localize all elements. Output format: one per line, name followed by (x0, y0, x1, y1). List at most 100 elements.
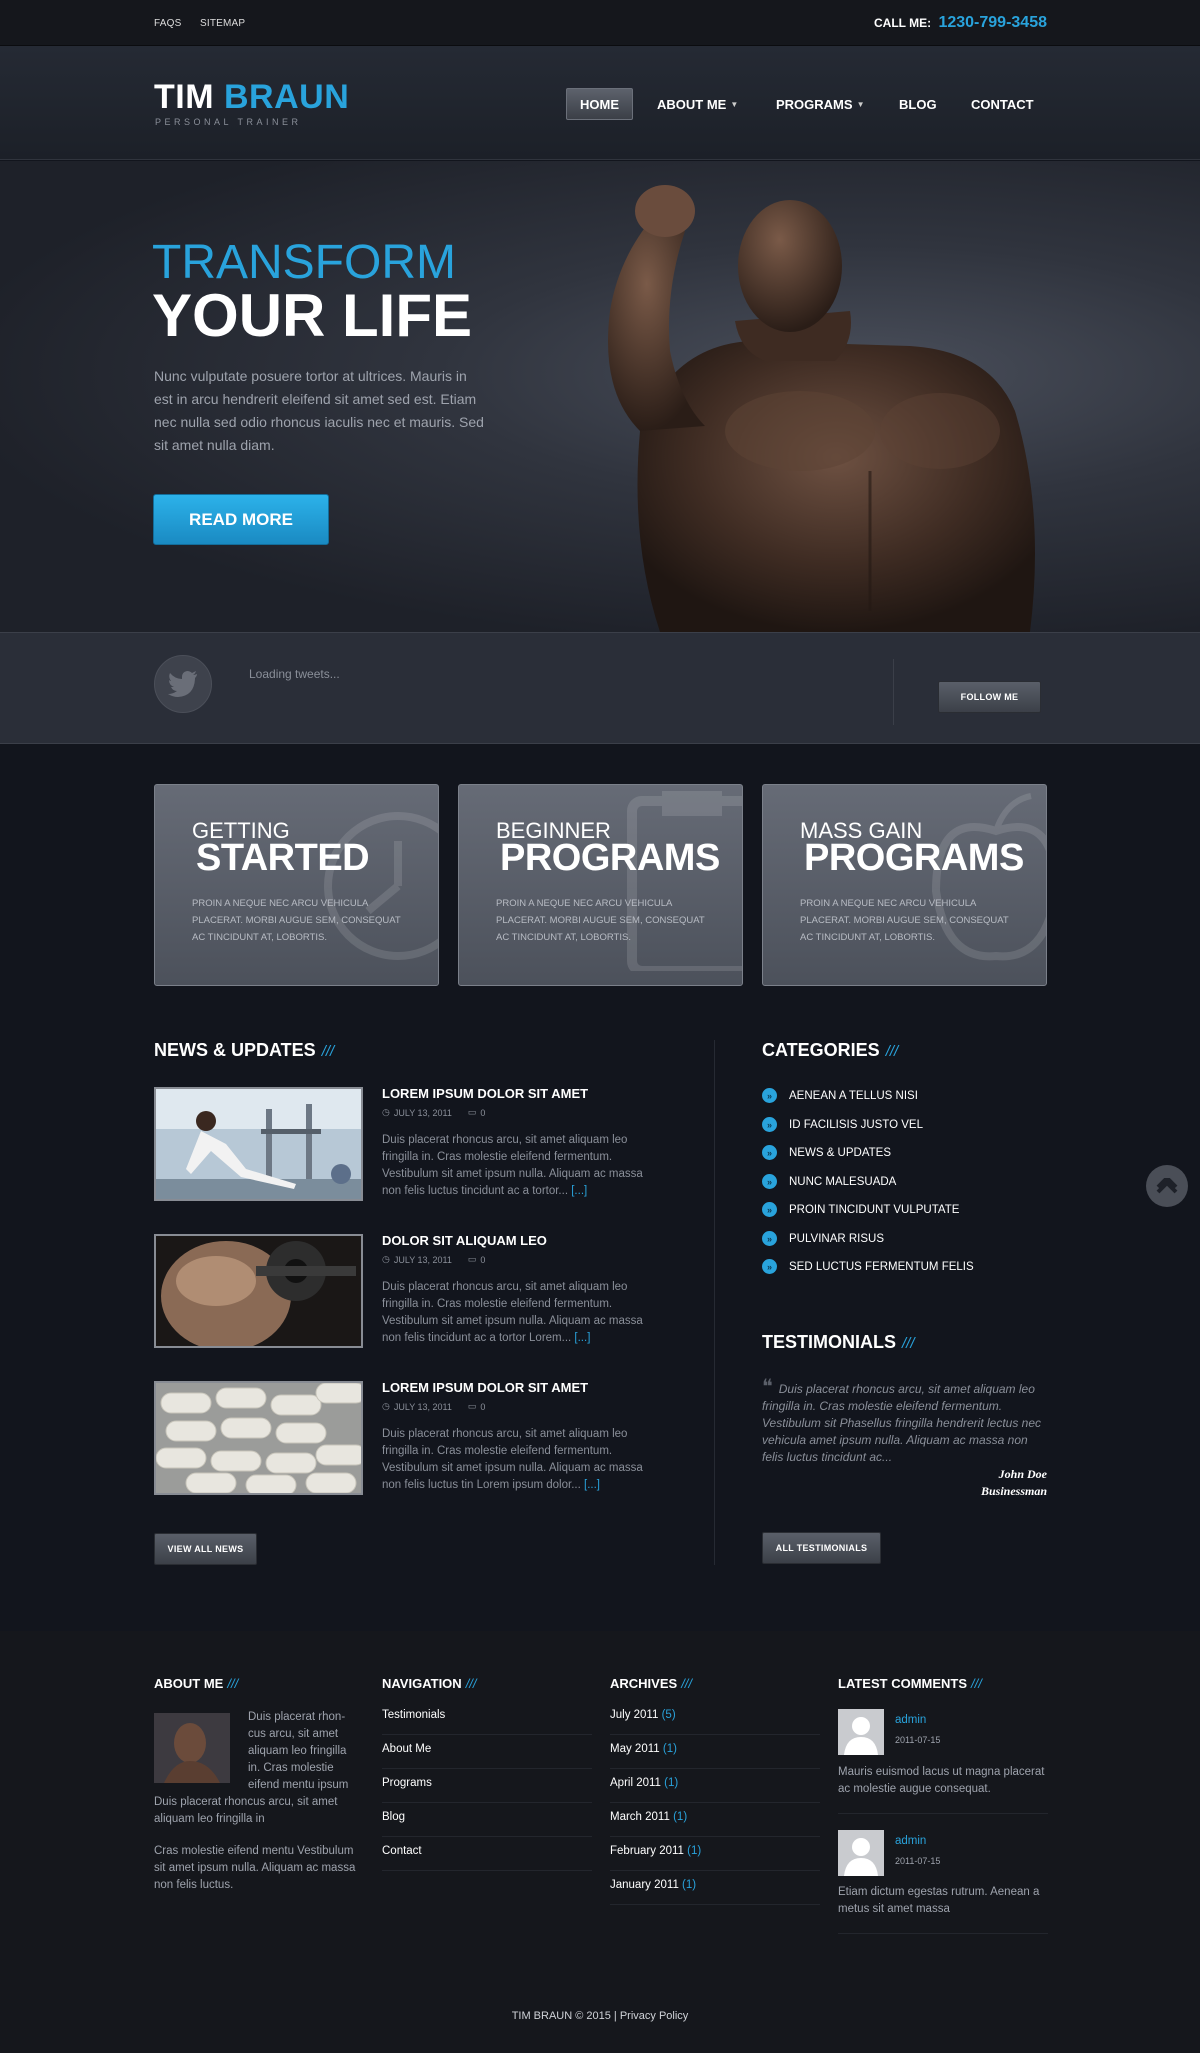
news-thumbnail[interactable] (154, 1087, 363, 1201)
faqs-link[interactable]: FAQS (154, 18, 181, 29)
nav-home-label: HOME (580, 96, 619, 112)
feature-beginner-programs[interactable]: BEGINNER PROGRAMS PROIN A NEQUE NEC ARCU… (458, 784, 743, 986)
news-excerpt: Duis placerat rhoncus arcu, sit amet ali… (382, 1132, 665, 1200)
follow-me-button[interactable]: FOLLOW ME (938, 681, 1041, 713)
twitter-bird-icon[interactable] (154, 655, 212, 713)
news-item-title[interactable]: LOREM IPSUM DOLOR SIT AMET (382, 1380, 588, 1395)
category-item[interactable]: » NEWS & UPDATES (762, 1145, 891, 1160)
comment-author[interactable]: admin (895, 1714, 926, 1726)
feature-getting-started[interactable]: GETTING STARTED PROIN A NEQUE NEC ARCU V… (154, 784, 439, 986)
sitemap-link[interactable]: SITEMAP (200, 18, 245, 29)
footer-about-title: ABOUT ME/// (154, 1676, 238, 1691)
double-chevron-right-icon: » (762, 1202, 777, 1217)
logo[interactable]: TIM BRAUN (154, 78, 349, 117)
about-text-2: Cras molestie eifend mentu Vestibulum si… (154, 1845, 356, 1891)
phone-number[interactable]: 1230-799-3458 (938, 14, 1047, 31)
footer-about-title-text: ABOUT ME (154, 1676, 224, 1691)
read-more-link[interactable]: [...] (584, 1479, 600, 1491)
quote-icon: ❝ (762, 1376, 773, 1398)
category-item[interactable]: » SED LUCTUS FERMENTUM FELIS (762, 1259, 974, 1274)
category-item[interactable]: » PROIN TINCIDUNT VULPUTATE (762, 1202, 959, 1217)
news-item-title[interactable]: LOREM IPSUM DOLOR SIT AMET (382, 1086, 588, 1101)
read-more-link[interactable]: [...] (574, 1332, 590, 1344)
testimonial-quote: ❝ Duis placerat rhoncus arcu, sit amet al… (762, 1376, 1048, 1466)
double-chevron-right-icon: » (762, 1088, 777, 1103)
all-testimonials-button[interactable]: ALL TESTIMONIALS (762, 1532, 881, 1564)
nav-about-label: ABOUT ME (657, 96, 727, 112)
footer-navigation-title: NAVIGATION/// (382, 1676, 477, 1691)
double-chevron-right-icon: » (762, 1174, 777, 1189)
footer-nav-blog[interactable]: Blog (382, 1803, 592, 1837)
news-thumbnail[interactable] (154, 1381, 363, 1495)
read-more-button[interactable]: READ MORE (153, 494, 329, 545)
divider (893, 659, 894, 725)
divider (838, 1813, 1048, 1814)
category-label: ID FACILISIS JUSTO VEL (789, 1118, 923, 1131)
news-excerpt: Duis placerat rhoncus arcu, sit amet ali… (382, 1426, 665, 1494)
back-to-top-button[interactable] (1146, 1165, 1188, 1207)
hero-athlete-image (608, 185, 1035, 632)
nav-about-me[interactable]: ABOUT ME ▼ (643, 88, 752, 120)
archive-month: February 2011 (610, 1845, 684, 1857)
nav-home[interactable]: HOME (566, 88, 633, 120)
archive-item[interactable]: March 2011 (1) (610, 1803, 820, 1837)
category-label: PROIN TINCIDUNT VULPUTATE (789, 1203, 960, 1216)
clock-icon: ◷ (382, 1401, 390, 1411)
news-meta: ◷ JULY 13, 2011 ▭ 0 (382, 1254, 485, 1265)
about-text-beside: Duis placerat rhon-cus arcu, sit amet al… (248, 1711, 349, 1791)
title-slashes: /// (681, 1676, 693, 1691)
title-slashes: /// (321, 1043, 335, 1060)
news-comments: 0 (480, 1401, 486, 1412)
archive-item[interactable]: July 2011 (5) (610, 1701, 820, 1735)
category-item[interactable]: » NUNC MALESUADA (762, 1174, 896, 1189)
footer-nav-testimonials[interactable]: Testimonials (382, 1701, 592, 1735)
news-date: JULY 13, 2011 (393, 1254, 452, 1265)
chevron-down-icon: ▼ (856, 99, 865, 109)
nav-programs[interactable]: PROGRAMS ▼ (762, 88, 878, 120)
double-chevron-right-icon: » (762, 1145, 777, 1160)
top-bar: FAQS SITEMAP CALL ME: 1230-799-3458 (0, 0, 1200, 46)
footer-nav-programs[interactable]: Programs (382, 1769, 592, 1803)
nav-contact[interactable]: CONTACT (957, 88, 1048, 120)
categories-title: CATEGORIES /// (762, 1040, 898, 1061)
news-title: NEWS & UPDATES /// (154, 1040, 334, 1061)
footer-nav-about-me[interactable]: About Me (382, 1735, 592, 1769)
comment-date: 2011-07-15 (895, 1735, 941, 1745)
call-label: CALL ME: (874, 16, 932, 30)
footer-nav-contact[interactable]: Contact (382, 1837, 592, 1871)
chevron-up-icon (1156, 1178, 1178, 1194)
feature-mass-gain-programs[interactable]: MASS GAIN PROGRAMS PROIN A NEQUE NEC ARC… (762, 784, 1047, 986)
category-label: AENEAN A TELLUS NISI (789, 1089, 918, 1102)
comment-author[interactable]: admin (895, 1835, 926, 1847)
nav-blog[interactable]: BLOG (885, 88, 951, 120)
footer-archives-title-text: ARCHIVES (610, 1676, 678, 1691)
read-more-link[interactable]: [...] (571, 1185, 587, 1197)
about-text-below: Duis placerat rhoncus arcu, sit amet ali… (154, 1796, 338, 1825)
news-thumbnail[interactable] (154, 1234, 363, 1348)
archive-item[interactable]: January 2011 (1) (610, 1871, 820, 1905)
category-item[interactable]: » PULVINAR RISUS (762, 1231, 884, 1246)
archive-month: April 2011 (610, 1777, 661, 1789)
category-label: NEWS & UPDATES (789, 1146, 892, 1159)
archive-item[interactable]: April 2011 (1) (610, 1769, 820, 1803)
archive-count: (5) (661, 1709, 676, 1721)
footer-navigation-title-text: NAVIGATION (382, 1676, 462, 1691)
testimonial-author: John Doe (998, 1467, 1047, 1481)
footer-archives-title: ARCHIVES/// (610, 1676, 692, 1691)
category-item[interactable]: » ID FACILISIS JUSTO VEL (762, 1117, 923, 1132)
user-avatar-icon (838, 1830, 884, 1876)
testimonials-title-text: TESTIMONIALS (762, 1332, 896, 1352)
title-slashes: /// (971, 1676, 982, 1691)
archive-item[interactable]: May 2011 (1) (610, 1735, 820, 1769)
feature-big-title: STARTED (196, 837, 370, 879)
news-item-title[interactable]: DOLOR SIT ALIQUAM LEO (382, 1233, 547, 1248)
copyright[interactable]: TIM BRAUN © 2015 | Privacy Policy (0, 2010, 1200, 2022)
category-label: NUNC MALESUADA (789, 1175, 897, 1188)
comment-date: 2011-07-15 (895, 1856, 941, 1866)
comment-text: Etiam dictum egestas rutrum. Aenean a me… (838, 1886, 1040, 1915)
logo-tagline: PERSONAL TRAINER (155, 117, 302, 127)
view-all-news-button[interactable]: VIEW ALL NEWS (154, 1533, 257, 1565)
category-item[interactable]: » AENEAN A TELLUS NISI (762, 1088, 918, 1103)
archive-count: (1) (664, 1777, 679, 1789)
archive-item[interactable]: February 2011 (1) (610, 1837, 820, 1871)
